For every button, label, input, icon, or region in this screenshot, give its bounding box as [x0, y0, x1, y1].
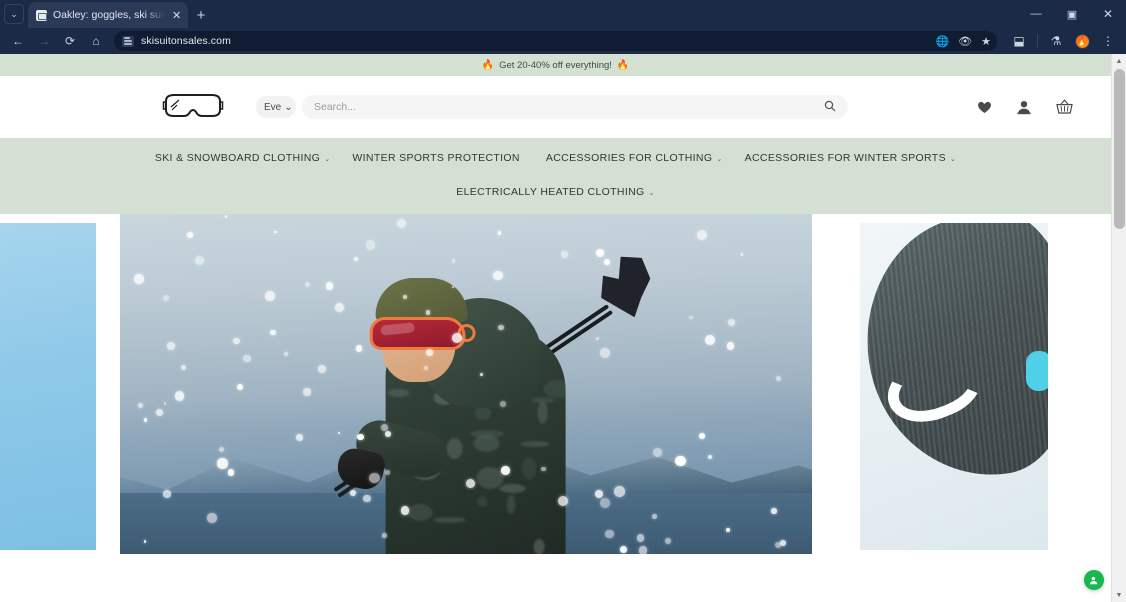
profile-avatar[interactable]: 🔥 — [1070, 30, 1094, 52]
nav-item-accessories-for-clothing[interactable]: ACCESSORIES FOR CLOTHING ⌄ — [546, 152, 723, 164]
wishlist-icon[interactable] — [977, 100, 992, 114]
translate-icon[interactable]: 🌐 — [935, 35, 949, 48]
address-bar-url: skisuitonsales.com — [141, 35, 231, 47]
split-screen-icon[interactable]: ⬓ — [1007, 30, 1031, 52]
chevron-down-icon: ⌄ — [649, 189, 655, 197]
home-icon[interactable]: ⌂ — [84, 30, 108, 52]
reload-icon[interactable]: ⟳ — [58, 30, 82, 52]
eye-off-icon[interactable]: 👁 — [958, 35, 972, 48]
window-controls: — ▣ ✕ — [1018, 0, 1126, 28]
tab-list-button[interactable]: ⌄ — [0, 0, 28, 28]
chevron-down-icon: ⌄ — [284, 102, 292, 113]
new-tab-button[interactable]: + — [188, 2, 214, 28]
search-area: Eve ⌄ Search... — [256, 95, 941, 119]
chevron-down-icon[interactable]: ⌄ — [4, 4, 24, 24]
nav-item-electrically-heated-clothing[interactable]: ELECTRICALLY HEATED CLOTHING ⌄ — [456, 186, 655, 198]
forward-icon[interactable]: → — [32, 30, 56, 52]
back-icon[interactable]: ← — [6, 30, 30, 52]
main-navigation: SKI & SNOWBOARD CLOTHING ⌄ WINTER SPORTS… — [0, 138, 1111, 214]
search-placeholder: Search... — [314, 101, 356, 113]
skier-figure — [308, 228, 638, 554]
chevron-down-icon: ⌄ — [324, 155, 330, 163]
page-viewport: 🔥 Get 20-40% off everything! 🔥 Eve ⌄ Sea… — [0, 54, 1126, 602]
promo-text: Get 20-40% off everything! — [499, 60, 612, 71]
flame-icon-left: 🔥 — [482, 60, 494, 71]
scroll-up-arrow[interactable]: ▲ — [1112, 54, 1126, 68]
search-icon[interactable] — [824, 100, 836, 115]
slide-blue-sky-hair[interactable] — [0, 223, 96, 550]
snow-scene — [120, 214, 812, 554]
chevron-down-icon: ⌄ — [716, 155, 722, 163]
toolbar-right-actions: ⬓ ⚗ 🔥 ⋮ — [1003, 30, 1120, 52]
toolbar-divider — [1037, 34, 1038, 48]
site-header: Eve ⌄ Search... — [0, 76, 1111, 138]
nav-item-ski-snowboard-clothing[interactable]: SKI & SNOWBOARD CLOTHING ⌄ — [155, 152, 331, 164]
nav-item-winter-sports-protection[interactable]: WINTER SPORTS PROTECTION — [352, 152, 523, 164]
nav-label: SKI & SNOWBOARD CLOTHING — [155, 152, 320, 164]
address-bar[interactable]: skisuitonsales.com 🌐 👁 ★ — [114, 31, 997, 51]
close-window-button[interactable]: ✕ — [1090, 0, 1126, 28]
bookmark-icon[interactable]: ★ — [981, 35, 991, 48]
chevron-down-icon: ⌄ — [950, 155, 956, 163]
browser-window: ⌄ Oakley: goggles, ski suits, ski p ✕ + … — [0, 0, 1126, 602]
slide-knit-beanie[interactable] — [860, 223, 1048, 550]
category-select[interactable]: Eve ⌄ — [256, 96, 296, 118]
account-icon[interactable] — [1017, 100, 1031, 115]
browser-toolbar: ← → ⟳ ⌂ skisuitonsales.com 🌐 👁 ★ ⬓ ⚗ 🔥 ⋮ — [0, 28, 1126, 54]
maximize-button[interactable]: ▣ — [1054, 0, 1090, 28]
hair-strands — [0, 380, 38, 550]
nav-label: ELECTRICALLY HEATED CLOTHING — [456, 186, 644, 198]
flame-icon: 🔥 — [1075, 34, 1090, 49]
nav-label: ACCESSORIES FOR WINTER SPORTS — [745, 152, 946, 164]
page-bottom-spacer — [0, 554, 1111, 596]
cyan-accent-tab — [1026, 351, 1048, 391]
browser-tab[interactable]: Oakley: goggles, ski suits, ski p ✕ — [28, 2, 188, 28]
promo-banner: 🔥 Get 20-40% off everything! 🔥 — [0, 54, 1111, 76]
tab-title: Oakley: goggles, ski suits, ski p — [53, 9, 165, 21]
header-icons — [977, 99, 1073, 115]
cart-icon[interactable] — [1056, 99, 1073, 115]
carousel-slides — [0, 214, 1111, 554]
ski-goggles-logo[interactable] — [162, 92, 224, 122]
search-input[interactable]: Search... — [302, 95, 848, 119]
minimize-button[interactable]: — — [1018, 0, 1054, 28]
lab-flask-icon[interactable]: ⚗ — [1044, 30, 1068, 52]
browser-menu-icon[interactable]: ⋮ — [1096, 30, 1120, 52]
slide-skier-hero[interactable] — [120, 214, 812, 554]
ski-binding — [588, 247, 667, 326]
nav-row-1: SKI & SNOWBOARD CLOTHING ⌄ WINTER SPORTS… — [0, 152, 1111, 164]
page-scrollbar[interactable]: ▲ ▼ — [1111, 54, 1126, 602]
web-page: 🔥 Get 20-40% off everything! 🔥 Eve ⌄ Sea… — [0, 54, 1111, 602]
ski-goggles — [370, 317, 466, 350]
flame-icon-right: 🔥 — [617, 60, 629, 71]
nav-label: WINTER SPORTS PROTECTION — [352, 152, 519, 164]
site-settings-icon[interactable] — [122, 36, 134, 47]
category-select-value: Eve — [264, 102, 281, 113]
scrollbar-thumb[interactable] — [1114, 69, 1125, 229]
nav-item-accessories-for-winter-sports[interactable]: ACCESSORIES FOR WINTER SPORTS ⌄ — [745, 152, 957, 164]
hero-carousel[interactable] — [0, 214, 1111, 554]
site-favicon-icon — [36, 10, 47, 21]
scroll-down-arrow[interactable]: ▼ — [1112, 588, 1126, 602]
nav-row-2: ELECTRICALLY HEATED CLOTHING ⌄ — [0, 186, 1111, 198]
nav-label: ACCESSORIES FOR CLOTHING — [546, 152, 713, 164]
support-chat-button[interactable] — [1084, 570, 1104, 590]
address-bar-actions: 🌐 👁 ★ — [935, 35, 991, 48]
browser-titlebar: ⌄ Oakley: goggles, ski suits, ski p ✕ + … — [0, 0, 1126, 28]
close-icon[interactable]: ✕ — [171, 9, 182, 22]
